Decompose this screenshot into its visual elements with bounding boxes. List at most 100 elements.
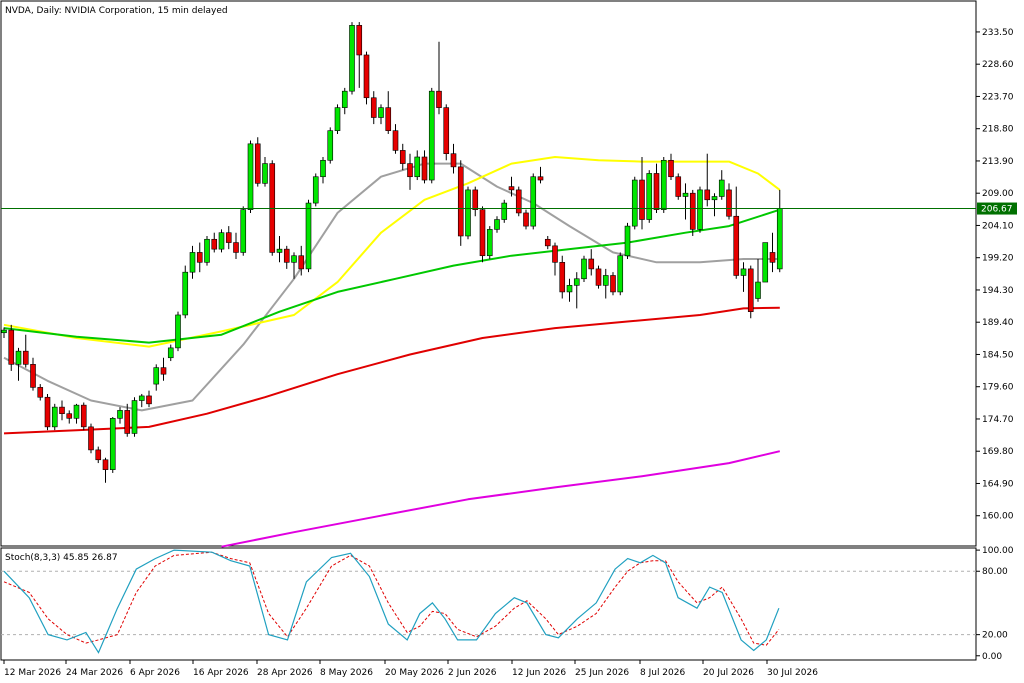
- candle: [465, 186, 471, 240]
- candle-body: [718, 179, 725, 197]
- date-tick-label: 20 Jul 2026: [703, 668, 754, 678]
- candle: [530, 173, 537, 230]
- candle-body: [602, 275, 609, 286]
- candle-body: [182, 271, 189, 316]
- candle-body: [327, 130, 334, 161]
- candle-body: [639, 179, 645, 220]
- price-tick-label: 213.90: [982, 157, 1014, 167]
- candle-body: [305, 202, 312, 270]
- candle-body: [479, 209, 486, 257]
- candle-body: [523, 212, 529, 227]
- candle: [109, 416, 116, 473]
- candle-body: [37, 387, 44, 398]
- date-axis: 12 Mar 2026 24 Mar 2026 6 Apr 2026 16 Apr 2…: [3, 660, 818, 678]
- price-tick-label: 189.40: [982, 318, 1014, 328]
- candle-body: [298, 255, 305, 270]
- candle-body: [610, 275, 616, 293]
- candle-body: [80, 404, 87, 428]
- price-axis: 233.50 228.60 223.70 218.80 213.90 209.00 204.…: [976, 28, 1014, 522]
- price-tick-label: 174.70: [982, 415, 1014, 425]
- candle-body: [334, 107, 341, 131]
- candle-body: [59, 406, 65, 414]
- candle: [610, 272, 616, 296]
- candle-body: [211, 238, 218, 250]
- candle: [8, 324, 15, 371]
- candle-body: [675, 176, 682, 197]
- candle-body: [175, 314, 181, 349]
- candle: [443, 104, 450, 161]
- candle-body: [544, 238, 551, 247]
- candle-body: [370, 97, 377, 118]
- candle: [697, 186, 703, 233]
- price-chart[interactable]: 233.50 228.60 223.70 218.80 213.90 209.00 204.…: [0, 0, 1024, 683]
- candle: [747, 265, 754, 319]
- candle: [204, 235, 210, 266]
- candle-body: [262, 163, 268, 184]
- price-tick-label: 194.30: [982, 286, 1014, 296]
- candle-body: [501, 202, 508, 220]
- candle-body: [167, 347, 174, 359]
- candle-body: [146, 395, 152, 405]
- candle-body: [44, 396, 51, 428]
- candle: [80, 402, 87, 431]
- candle-body: [443, 107, 450, 155]
- candle-body: [102, 459, 109, 470]
- candle-body: [291, 255, 297, 263]
- candle-body: [276, 248, 283, 253]
- date-tick-label: 8 May 2026: [320, 668, 373, 678]
- candle-body: [682, 192, 689, 197]
- candle-body: [537, 176, 544, 181]
- candle-body: [95, 449, 102, 461]
- current-price-value: 206.67: [981, 205, 1013, 215]
- price-tick-label: 160.00: [982, 512, 1014, 522]
- chart-title: NVDA, Daily: NVIDIA Corporation, 15 min …: [5, 6, 228, 16]
- candle-body: [733, 215, 740, 276]
- candle-body: [530, 176, 537, 227]
- candle-body: [51, 406, 58, 428]
- candle-body: [726, 189, 732, 217]
- candle-body: [631, 179, 638, 227]
- candle-body: [15, 350, 22, 365]
- candle-body: [776, 208, 783, 270]
- candle: [218, 229, 225, 253]
- candle-body: [320, 159, 326, 178]
- candle-body: [356, 25, 363, 56]
- candle-body: [392, 130, 399, 151]
- stochastic-tick-label: 0.00: [982, 652, 1002, 662]
- candle: [428, 87, 435, 184]
- candle-body: [494, 219, 500, 230]
- candle-body: [131, 400, 138, 434]
- candle: [131, 397, 138, 437]
- candle-body: [225, 232, 232, 243]
- candle: [559, 255, 566, 299]
- candle-body: [254, 143, 261, 184]
- candle-body: [769, 252, 776, 263]
- candle-body: [704, 189, 711, 201]
- candle-body: [515, 189, 522, 214]
- candle-body: [378, 107, 384, 118]
- stochastic-tick-label: 80.00: [982, 567, 1008, 577]
- candle-body: [450, 153, 457, 168]
- candle: [88, 423, 94, 454]
- candle-body: [196, 252, 203, 263]
- candle: [254, 137, 261, 187]
- candle-body: [399, 150, 406, 164]
- candle: [689, 189, 696, 236]
- candle-body: [312, 176, 319, 204]
- candle-body: [595, 268, 602, 286]
- candle-body: [653, 173, 660, 210]
- price-tick-label: 218.80: [982, 125, 1014, 135]
- candle-body: [711, 196, 718, 201]
- candle-body: [436, 90, 442, 108]
- date-tick-label: 12 Mar 2026: [4, 668, 61, 678]
- candle-body: [668, 159, 674, 178]
- candle-body: [689, 192, 696, 230]
- candle-body: [472, 189, 479, 210]
- candle: [240, 206, 247, 256]
- candle-body: [189, 252, 196, 273]
- candle: [660, 156, 667, 213]
- candle: [675, 173, 682, 200]
- date-tick-label: 16 Apr 2026: [193, 668, 249, 678]
- candle: [44, 393, 51, 431]
- price-tick-label: 228.60: [982, 60, 1014, 70]
